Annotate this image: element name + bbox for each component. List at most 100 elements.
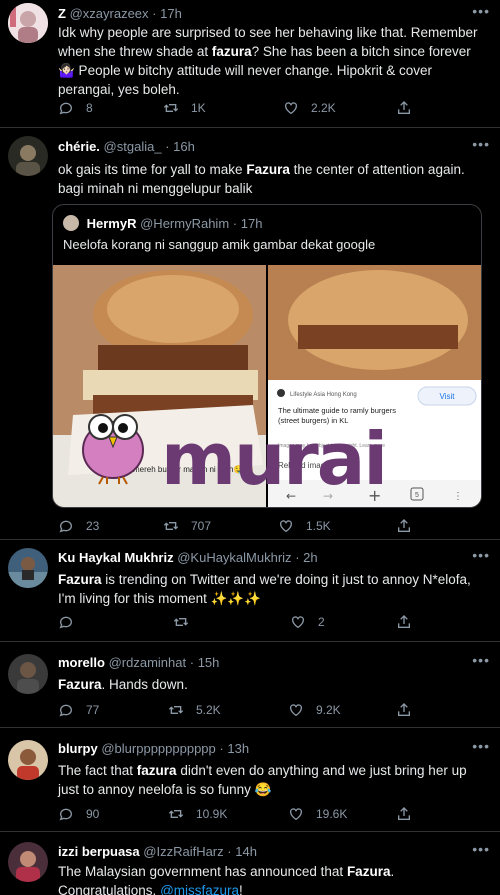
reply-icon [59,808,72,821]
avatar[interactable] [8,654,48,694]
tweet-text: Fazura is trending on Twitter and we're … [58,572,471,606]
retweet-icon [168,810,184,818]
more-icon[interactable]: ••• [472,136,490,152]
highlight: fazura [136,763,177,778]
reply-button[interactable]: 77 [58,702,99,718]
author-name[interactable]: Z [58,6,66,21]
retweet-button[interactable] [173,614,189,630]
avatar[interactable] [8,136,48,176]
author-name[interactable]: blurpy [58,741,98,756]
author-name[interactable]: chérie. [58,139,100,154]
more-icon[interactable]: ••• [472,547,490,563]
author-handle[interactable]: @blurppppppppppp [101,741,215,756]
share-button[interactable] [396,702,412,718]
more-icon[interactable]: ••• [472,652,490,668]
highlight: fazura [211,44,252,59]
author-handle[interactable]: @stgalia_ [104,139,162,154]
tweet-actions: 90 10.9K 19.6K [58,806,486,824]
more-icon[interactable]: ••• [472,3,490,19]
quoted-tweet[interactable]: HermyR @HermyRahim · 17h Neelofa korang … [52,204,482,508]
avatar[interactable] [8,740,48,780]
tweet-5[interactable]: blurpy @blurppppppppppp · 13h ••• The fa… [0,728,500,832]
reply-icon [59,520,72,533]
author-name[interactable]: morello [58,655,105,670]
tweet-4[interactable]: morello @rdzaminhat · 15h ••• Fazura. Ha… [0,642,500,728]
retweet-button[interactable]: 10.9K [168,806,227,822]
bird-mascot-icon [73,405,153,485]
retweet-button[interactable]: 707 [163,518,211,534]
retweet-button[interactable]: 1K [163,100,206,116]
tweet-6[interactable]: izzi berpuasa @IzzRaifHarz · 14h ••• The… [0,832,500,895]
share-icon [398,101,410,114]
author-handle[interactable]: @rdzaminhat [109,655,187,670]
tweet-header: Z @xzayrazeex · 17h ••• [58,3,490,24]
like-button[interactable]: 19.6K [288,806,347,822]
highlight: Fazura [346,864,391,879]
retweet-count: 5.2K [196,703,221,717]
share-button[interactable] [396,614,412,630]
reply-button[interactable]: 23 [58,518,99,534]
more-icon[interactable]: ••• [472,841,490,857]
tweet-1[interactable]: Z @xzayrazeex · 17h ••• Idk why people a… [0,0,500,128]
timestamp[interactable]: 14h [235,844,257,859]
reply-icon [59,102,72,115]
reply-count: 8 [86,101,93,115]
retweet-icon [168,706,184,714]
like-icon [285,102,297,115]
highlight: Fazura [58,677,102,692]
reply-icon [59,704,72,717]
quote-header: HermyR @HermyRahim · 17h [63,215,262,231]
like-icon [292,616,304,629]
more-icon[interactable]: ••• [472,738,490,754]
tweet-text: The fact that fazura didn't even do anyt… [58,763,467,797]
avatar[interactable] [8,548,48,588]
like-count: 1.5K [306,519,331,533]
timestamp[interactable]: 15h [198,655,220,670]
share-button[interactable] [396,100,412,116]
author-handle[interactable]: @xzayrazeex [70,6,149,21]
like-button[interactable]: 9.2K [288,702,341,718]
author-handle[interactable]: @IzzRaifHarz [143,844,223,859]
like-count: 2 [318,615,325,629]
reply-button[interactable]: 90 [58,806,99,822]
highlight: Fazura [246,162,290,177]
like-button[interactable]: 1.5K [278,518,331,534]
author-name[interactable]: Ku Haykal Mukhriz [58,550,174,565]
like-count: 2.2K [311,101,336,115]
tweet-header: chérie. @stgalia_ · 16h ••• [58,136,490,157]
timestamp[interactable]: 13h [227,741,249,756]
avatar[interactable] [8,3,48,43]
avatar[interactable] [8,842,48,882]
quote-author-name: HermyR [86,216,137,231]
like-button[interactable]: 2 [290,614,325,630]
reply-button[interactable] [58,614,74,630]
author-name[interactable]: izzi berpuasa [58,844,140,859]
quote-text: Neelofa korang ni sanggup amik gambar de… [63,237,376,252]
tweet-2[interactable]: chérie. @stgalia_ · 16h ••• ok gais its … [0,128,500,540]
retweet-button[interactable]: 5.2K [168,702,221,718]
timestamp[interactable]: 17h [160,6,182,21]
like-count: 9.2K [316,703,341,717]
retweet-count: 707 [191,519,212,533]
reply-count: 90 [86,807,100,821]
tweet-3[interactable]: Ku Haykal Mukhriz @KuHaykalMukhriz · 2h … [0,540,500,642]
like-button[interactable]: 2.2K [283,100,336,116]
share-icon [398,615,410,628]
timestamp[interactable]: 2h [303,550,317,565]
card-source: Lifestyle Asia Hong Kong [290,392,357,398]
separator-dot: · [165,139,170,154]
tab-count: 5 [415,492,419,499]
timestamp[interactable]: 16h [173,139,195,154]
share-icon [398,807,410,820]
tweet-actions: 77 5.2K 9.2K [58,702,486,720]
share-button[interactable] [396,806,412,822]
like-icon [280,520,292,533]
quote-timestamp: 17h [240,216,263,231]
reply-icon [59,616,72,629]
mention-link[interactable]: @missfazura [160,883,239,895]
author-handle[interactable]: @KuHaykalMukhriz [177,550,291,565]
tweet-text: ok gais its time for yall to make Fazura… [58,162,465,196]
separator-dot: · [152,6,157,21]
reply-button[interactable]: 8 [58,100,93,116]
share-button[interactable] [396,518,412,534]
